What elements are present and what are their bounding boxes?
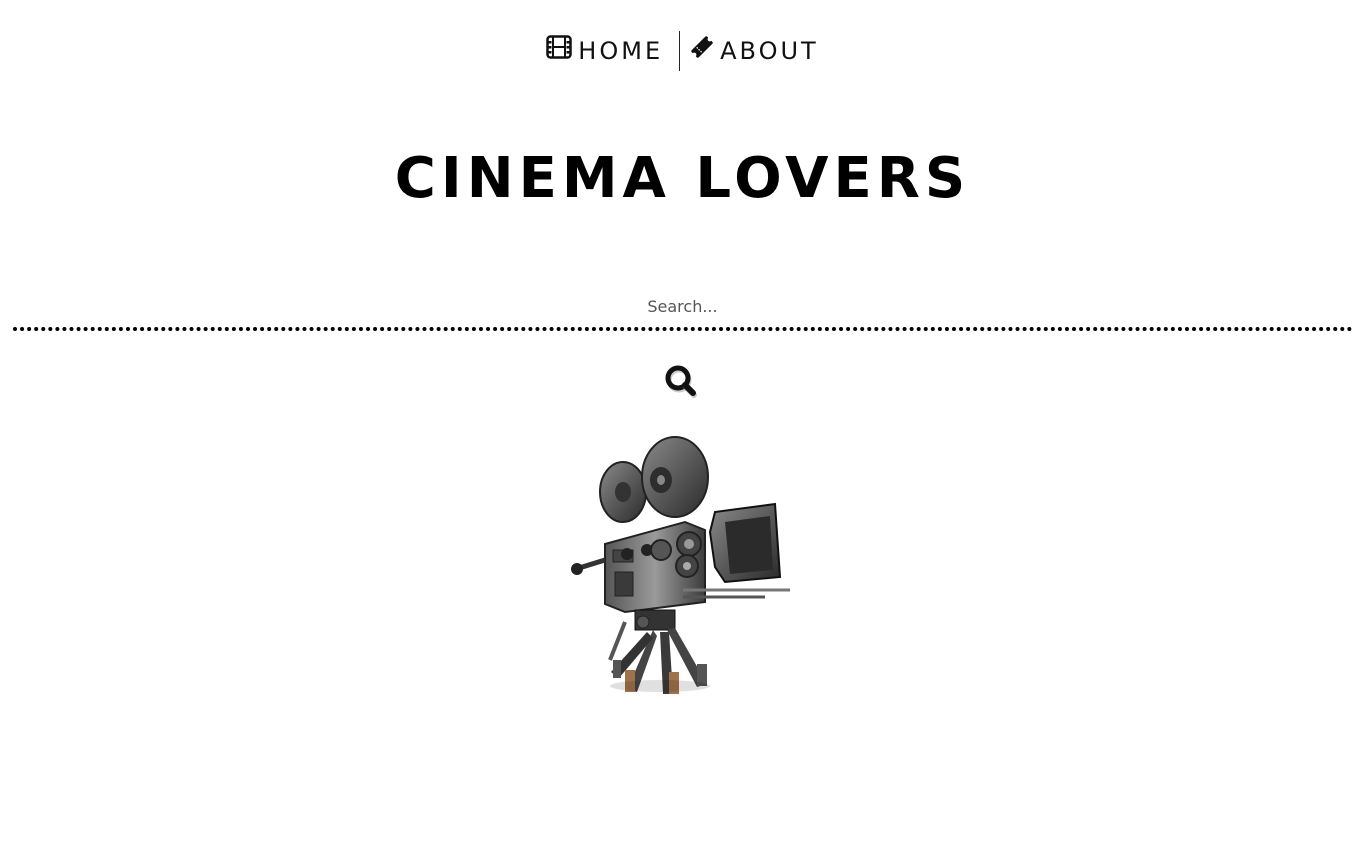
search-input[interactable] <box>13 288 1352 324</box>
nav-home-label: HOME <box>578 37 664 65</box>
search-button[interactable] <box>662 362 700 400</box>
nav-about-label: ABOUT <box>720 37 819 65</box>
nav-home-link[interactable]: HOME <box>546 31 679 71</box>
ticket-icon <box>690 31 714 71</box>
site-title: CINEMA LOVERS <box>394 146 971 211</box>
search-underline <box>13 327 1352 331</box>
search-icon <box>665 365 697 398</box>
main-nav: HOME ABOUT <box>0 31 1365 71</box>
camera-image <box>571 436 790 694</box>
search-bar <box>13 288 1352 332</box>
film-icon <box>546 31 573 71</box>
nav-about-link[interactable]: ABOUT <box>680 31 819 71</box>
